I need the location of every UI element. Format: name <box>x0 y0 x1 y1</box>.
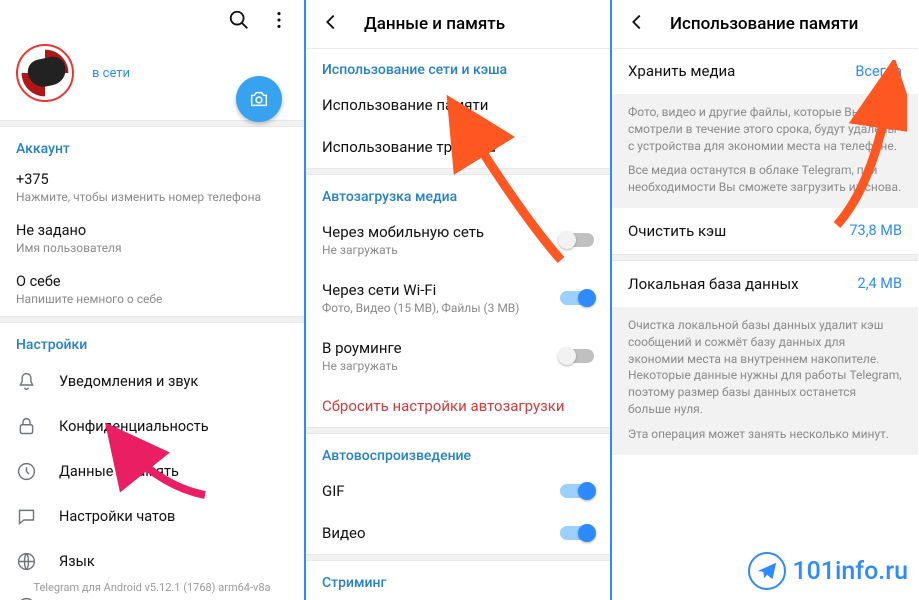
settings-screen: в сети Аккаунт +375 Нажмите, чтобы измен… <box>0 0 306 600</box>
row-clear-cache[interactable]: Очистить кэш 73,8 MB <box>612 208 918 254</box>
section-usage: Использование сети и кэша <box>306 48 610 84</box>
row-local-db[interactable]: Локальная база данных 2,4 MB <box>612 261 918 307</box>
storage-usage-screen: Использование памяти Хранить медиа Всегд… <box>612 0 918 600</box>
settings-header: Настройки <box>0 323 304 359</box>
online-status: в сети <box>92 66 130 81</box>
cache-size: 73,8 MB <box>849 222 902 239</box>
section-autoplay: Автовоспроизведение <box>306 434 610 470</box>
toggle-video[interactable] <box>560 526 594 540</box>
row-gif[interactable]: GIF <box>306 470 610 512</box>
more-icon[interactable] <box>268 9 290 35</box>
keep-media-value: Всегда <box>855 63 902 80</box>
menu-label: Язык <box>59 553 95 570</box>
menu-label: Данные и память <box>59 463 179 480</box>
account-header: Аккаунт <box>0 127 304 163</box>
menu-label: Уведомления и звук <box>59 373 198 390</box>
camera-button[interactable] <box>236 76 282 122</box>
watermark-logo: 101info.ru <box>748 552 908 590</box>
bio-field[interactable]: О себе Напишите немного о себе <box>0 265 304 316</box>
menu-item-notifications[interactable]: Уведомления и звук <box>0 359 304 404</box>
row-reset-autodl[interactable]: Сбросить настройки автозагрузки <box>306 385 610 427</box>
toggle-wifi[interactable] <box>560 291 594 305</box>
back-icon[interactable] <box>626 11 648 38</box>
menu-label: Конфиденциальность <box>59 418 209 435</box>
toggle-gif[interactable] <box>560 484 594 498</box>
row-mobile[interactable]: Через мобильную сетьНе загружать <box>306 211 610 269</box>
menu-item-data[interactable]: Данные и память <box>0 449 304 494</box>
row-network-usage[interactable]: Использование трафика <box>306 126 610 168</box>
menu-item-privacy[interactable]: Конфиденциальность <box>0 404 304 449</box>
menu-item-chats[interactable]: Настройки чатов <box>0 494 304 539</box>
row-storage-usage[interactable]: Использование памяти <box>306 84 610 126</box>
keep-media-info: Фото, видео и другие файлы, которые Вы н… <box>612 94 918 208</box>
section-autodl: Автозагрузка медиа <box>306 175 610 211</box>
page-title: Данные и память <box>364 14 505 34</box>
menu-label: Настройки чатов <box>59 508 175 525</box>
search-icon[interactable] <box>228 9 250 35</box>
data-storage-screen: Данные и память Использование сети и кэш… <box>306 0 612 600</box>
page-title: Использование памяти <box>670 14 858 34</box>
telegram-icon <box>748 552 786 590</box>
avatar[interactable] <box>16 44 74 102</box>
version-footer: Telegram для Android v5.12.1 (1768) arm6… <box>0 581 304 594</box>
row-roaming[interactable]: В роумингеНе загружать <box>306 327 610 385</box>
row-keep-media[interactable]: Хранить медиа Всегда <box>612 48 918 94</box>
section-stream: Стриминг <box>306 561 610 597</box>
username-field[interactable]: Не задано Имя пользователя <box>0 214 304 265</box>
menu-item-language[interactable]: Язык <box>0 539 304 584</box>
toggle-roaming[interactable] <box>560 349 594 363</box>
local-db-info: Очистка локальной базы данных удалит кэш… <box>612 307 918 455</box>
phone-field[interactable]: +375 Нажмите, чтобы изменить номер телеф… <box>0 163 304 214</box>
row-wifi[interactable]: Через сети Wi-FiФото, Видео (15 MB), Фай… <box>306 269 610 327</box>
toggle-mobile[interactable] <box>560 233 594 247</box>
db-size: 2,4 MB <box>858 275 902 292</box>
back-icon[interactable] <box>320 11 342 38</box>
row-video[interactable]: Видео <box>306 512 610 554</box>
